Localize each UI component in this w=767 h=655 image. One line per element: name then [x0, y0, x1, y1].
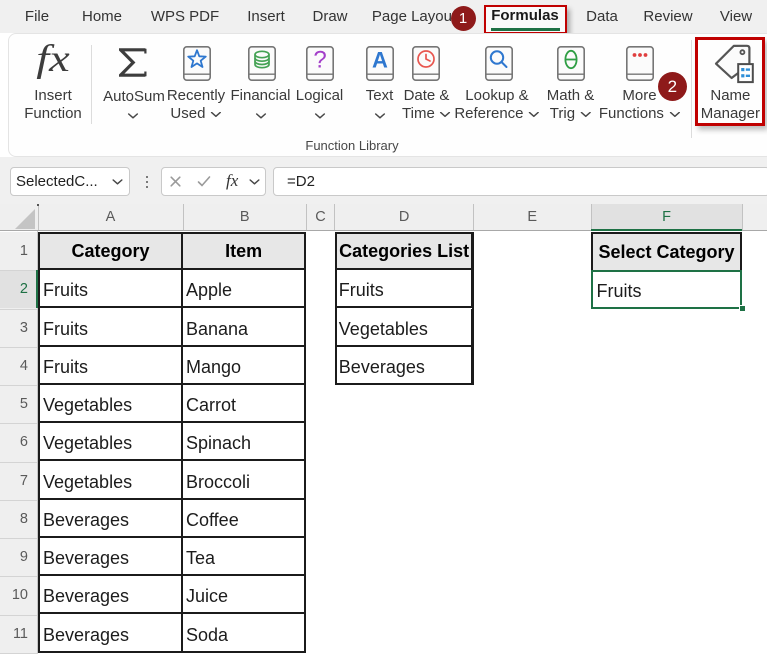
- svg-text:A: A: [372, 47, 388, 72]
- svg-text:?: ?: [313, 46, 326, 73]
